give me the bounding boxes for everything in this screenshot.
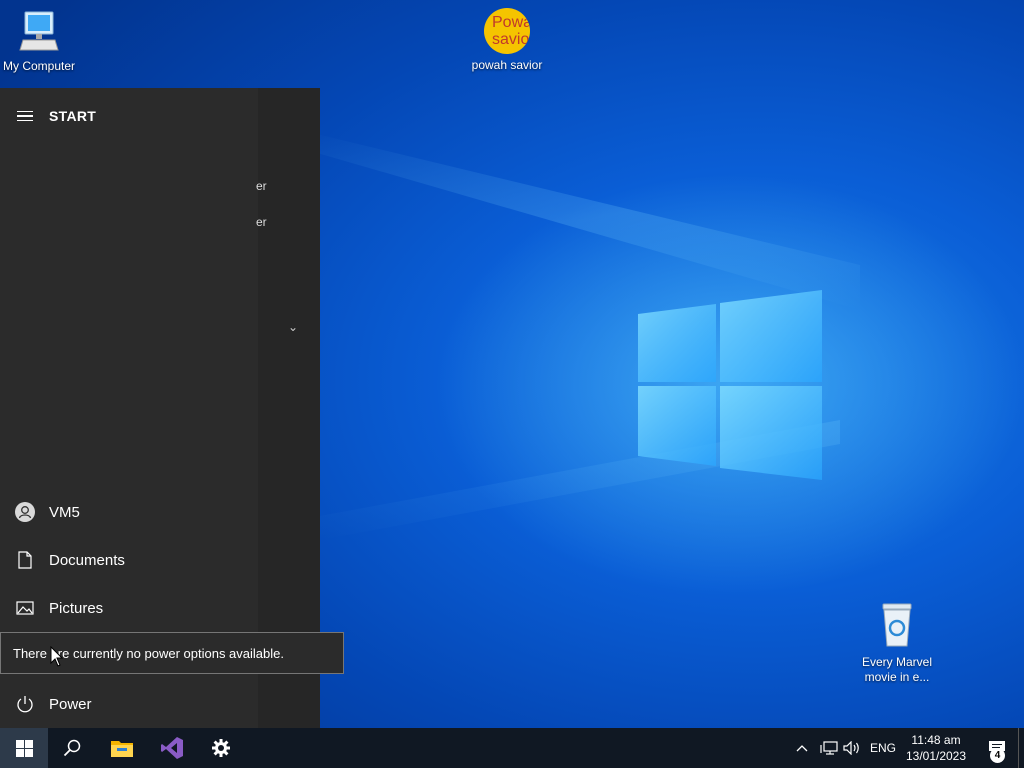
clock[interactable]: 11:48 am 13/01/2023 (900, 732, 972, 764)
start-item-label: Pictures (49, 599, 104, 617)
volume-button[interactable] (843, 728, 861, 768)
app-list-peek-text[interactable]: er (256, 215, 267, 229)
desktop-icon-recycle-bin[interactable]: Every Marvel movie in e... (852, 602, 942, 685)
file-explorer-button[interactable] (98, 728, 146, 768)
settings-icon (212, 739, 230, 757)
desktop-icon-powah-savior[interactable]: Powah savior powah savior (462, 8, 552, 73)
document-icon (0, 551, 49, 569)
desktop-icon-my-computer[interactable]: My Computer (0, 10, 84, 74)
start-title: START (49, 108, 97, 124)
notification-count-badge: 4 (990, 748, 1005, 763)
pictures-icon (0, 601, 49, 615)
mouse-cursor-icon (50, 646, 64, 667)
windows-icon (15, 739, 33, 757)
start-item-label: Documents (49, 551, 125, 569)
search-icon (63, 739, 81, 757)
speaker-icon (843, 741, 859, 755)
powah-savior-icon: Powah savior (484, 8, 530, 54)
start-item-user[interactable]: VM5 (0, 492, 258, 532)
light-beam (300, 130, 860, 310)
user-icon (0, 502, 49, 522)
chevron-up-icon (796, 745, 808, 752)
network-button[interactable] (820, 728, 838, 768)
start-item-pictures[interactable]: Pictures (0, 588, 258, 628)
start-item-label: VM5 (49, 503, 80, 521)
taskbar: ENG 11:48 am 13/01/2023 4 (0, 728, 1024, 768)
file-explorer-icon (111, 741, 133, 757)
clock-time: 11:48 am (911, 733, 961, 747)
desktop-icon-label: powah savior (471, 58, 543, 72)
desktop-icon-label: Every Marvel movie in e... (861, 655, 932, 684)
show-hidden-icons-button[interactable] (796, 728, 808, 768)
start-button[interactable] (0, 728, 48, 768)
chevron-down-icon[interactable]: ⌄ (288, 320, 298, 334)
show-desktop-button[interactable] (1018, 728, 1019, 768)
clock-date: 13/01/2023 (905, 749, 967, 763)
language-indicator[interactable]: ENG (870, 728, 896, 768)
computer-icon (19, 11, 59, 51)
start-menu-header: START (0, 104, 96, 128)
settings-button[interactable] (197, 728, 245, 768)
visual-studio-icon (161, 737, 183, 759)
network-icon (820, 741, 838, 755)
power-icon (0, 695, 49, 713)
recycle-bin-icon (882, 603, 912, 647)
start-item-label: Power (49, 695, 92, 713)
start-item-documents[interactable]: Documents (0, 540, 258, 580)
windows-wallpaper-logo (638, 290, 822, 480)
search-button[interactable] (48, 728, 96, 768)
app-list-peek-text[interactable]: er (256, 179, 267, 193)
hamburger-menu-icon[interactable] (17, 108, 33, 125)
desktop-icon-label: My Computer (2, 59, 76, 73)
visual-studio-button[interactable] (148, 728, 196, 768)
powah-image-text: Powah (492, 14, 530, 31)
start-item-power[interactable]: Power (0, 684, 258, 724)
